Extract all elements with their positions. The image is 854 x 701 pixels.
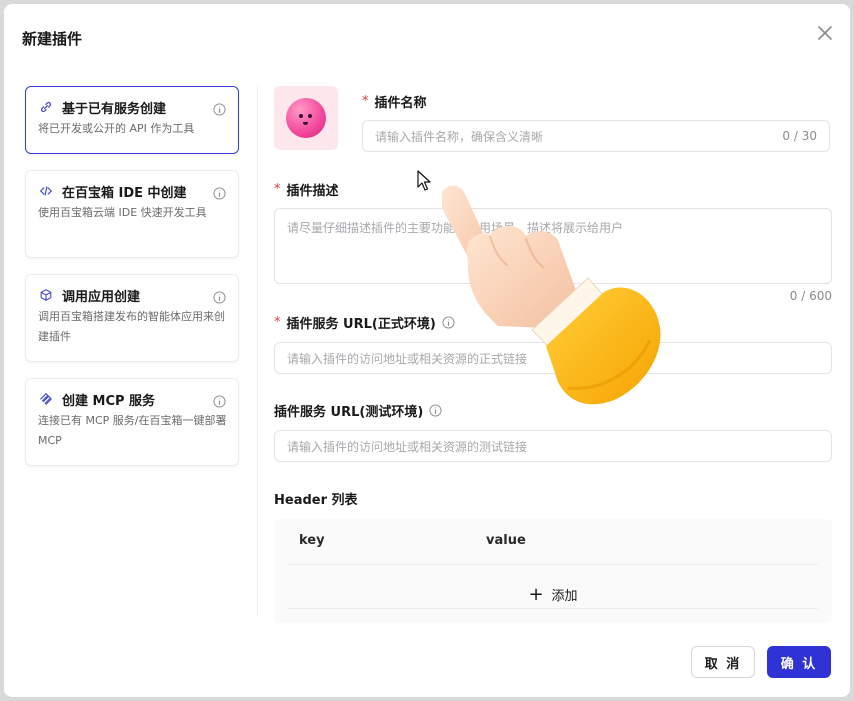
- info-icon[interactable]: [213, 289, 226, 304]
- card-desc: 调用百宝箱搭建发布的智能体应用来创建插件: [38, 310, 225, 343]
- header-table: key value + 添加: [274, 519, 832, 623]
- method-card-mcp[interactable]: 创建 MCP 服务 连接已有 MCP 服务/在百宝箱一键部署 MCP: [25, 378, 239, 466]
- test-url-label: 插件服务 URL(测试环境): [274, 401, 442, 420]
- divider: [288, 608, 818, 609]
- card-desc: 将已开发或公开的 API 作为工具: [38, 122, 195, 135]
- column-header-value: value: [486, 533, 526, 548]
- cube-icon: [38, 287, 54, 303]
- info-icon[interactable]: [429, 404, 442, 417]
- avatar-emoji-icon: [286, 98, 326, 138]
- header-list-label: Header 列表: [274, 493, 358, 508]
- close-icon[interactable]: [814, 22, 836, 44]
- info-icon[interactable]: [442, 316, 455, 329]
- code-icon: [38, 183, 54, 199]
- mouse-cursor-icon: [417, 170, 431, 191]
- card-title: 调用应用创建: [62, 289, 141, 305]
- mcp-icon: [38, 391, 54, 407]
- test-url-input[interactable]: 请输入插件的访问地址或相关资源的测试链接: [274, 430, 832, 462]
- link-icon: [38, 99, 54, 115]
- method-card-existing-service[interactable]: 基于已有服务创建 将已开发或公开的 API 作为工具: [25, 86, 239, 154]
- confirm-button[interactable]: 确 认: [767, 646, 831, 678]
- prod-url-input[interactable]: 请输入插件的访问地址或相关资源的正式链接: [274, 342, 832, 374]
- card-desc: 连接已有 MCP 服务/在百宝箱一键部署 MCP: [38, 414, 227, 447]
- card-title: 创建 MCP 服务: [62, 393, 156, 409]
- placeholder: 请尽量仔细描述插件的主要功能和使用场景，描述将展示给用户: [287, 221, 624, 235]
- desc-char-count: 0 / 600: [789, 289, 832, 303]
- creation-method-list: 基于已有服务创建 将已开发或公开的 API 作为工具 在百宝箱 IDE 中创建 …: [25, 86, 239, 482]
- card-title: 基于已有服务创建: [62, 101, 167, 117]
- method-card-app[interactable]: 调用应用创建 调用百宝箱搭建发布的智能体应用来创建插件: [25, 274, 239, 362]
- plugin-name-input[interactable]: 请输入插件名称，确保含义清晰 0 / 30: [362, 120, 830, 152]
- placeholder: 请输入插件的访问地址或相关资源的测试链接: [287, 439, 528, 454]
- plugin-avatar[interactable]: [274, 86, 338, 150]
- info-icon[interactable]: [213, 393, 226, 408]
- add-header-button[interactable]: + 添加: [274, 585, 832, 604]
- info-icon[interactable]: [213, 185, 226, 200]
- placeholder: 请输入插件名称，确保含义清晰: [375, 129, 544, 144]
- prod-url-label: * 插件服务 URL(正式环境): [274, 313, 455, 332]
- create-plugin-dialog: 新建插件 基于已有服务创建 将已开发或公开的 API 作为工具 在百宝箱 IDE…: [4, 4, 850, 697]
- column-header-key: key: [299, 533, 325, 548]
- card-desc: 使用百宝箱云端 IDE 快速开发工具: [38, 206, 207, 219]
- plugin-desc-label: * 插件描述: [274, 182, 339, 199]
- dialog-title: 新建插件: [22, 30, 83, 48]
- plugin-desc-textarea[interactable]: 请尽量仔细描述插件的主要功能和使用场景，描述将展示给用户: [274, 208, 832, 284]
- cancel-button[interactable]: 取 消: [691, 646, 755, 678]
- method-card-ide[interactable]: 在百宝箱 IDE 中创建 使用百宝箱云端 IDE 快速开发工具: [25, 170, 239, 258]
- char-count: 0 / 30: [782, 129, 817, 143]
- card-title: 在百宝箱 IDE 中创建: [62, 185, 187, 201]
- plus-icon: +: [528, 583, 544, 605]
- divider: [288, 564, 818, 565]
- placeholder: 请输入插件的访问地址或相关资源的正式链接: [287, 351, 528, 366]
- plugin-name-label: * 插件名称: [362, 94, 427, 111]
- info-icon[interactable]: [213, 101, 226, 116]
- divider: [257, 86, 258, 616]
